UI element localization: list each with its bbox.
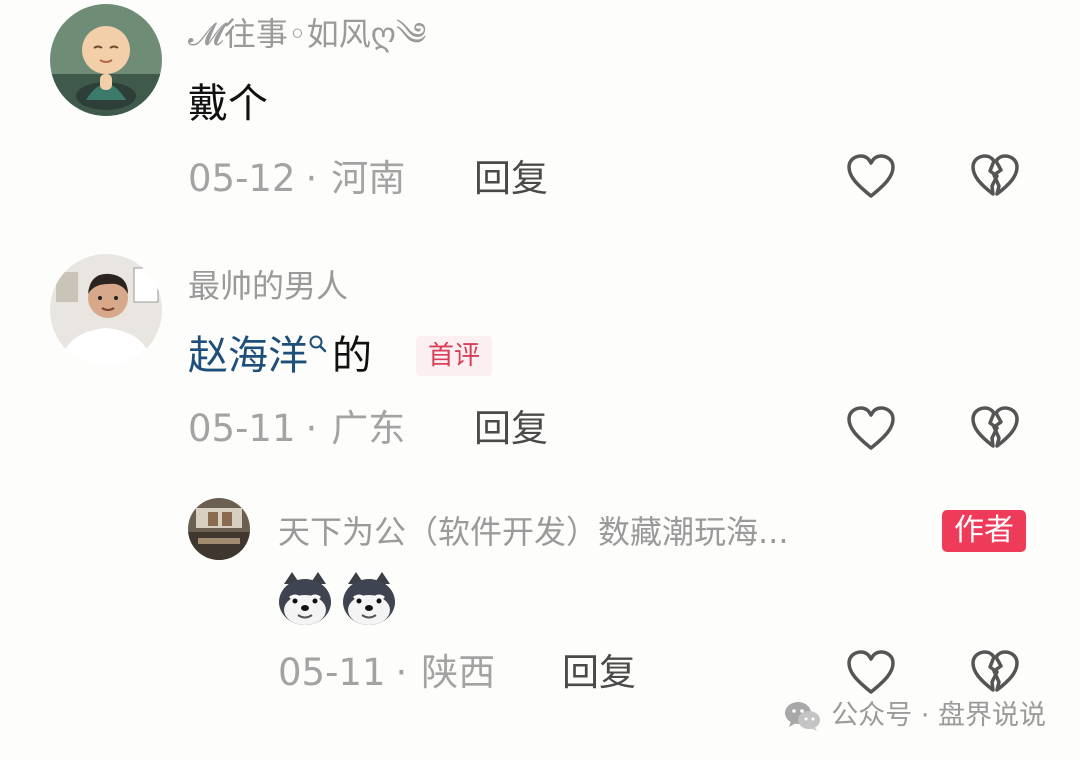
meta-separator: · [305,407,318,450]
reply-meta: 05-11 · 陕西 [278,650,495,696]
wechat-icon [785,702,821,731]
like-heart-icon[interactable] [846,406,896,452]
meta-separator: · [395,651,408,694]
search-icon [309,335,327,353]
comment-username[interactable]: 最帅的男人 [188,266,348,306]
comment-text-suffix: 的 [332,333,372,379]
meta-separator: · [305,157,318,200]
avatar[interactable] [50,254,162,366]
comment-text: 赵海洋的 [188,330,372,382]
reply-emoji-row [276,570,398,628]
comment-list: 𝓜往事◦如风ღ༄ 戴个 05-12 · 河南 回复 最帅的男人 赵海洋 的 首评… [0,0,1080,760]
doge-husky-emoji-icon [343,572,395,625]
watermark-text: 公众号 · 盘界说说 [831,700,1046,731]
reply-button[interactable]: 回复 [474,156,548,202]
comment-text: 戴个 [188,81,268,127]
watermark: 公众号 · 盘界说说 [783,696,1046,736]
reply-button[interactable]: 回复 [474,406,548,452]
comment-username[interactable]: 𝓜往事◦如风ღ༄ [188,14,426,54]
dislike-broken-heart-icon[interactable] [970,406,1020,452]
avatar[interactable] [50,4,162,116]
comment-meta: 05-11 · 广东 [188,406,405,452]
comment-date: 05-11 [188,407,296,450]
avatar[interactable] [188,498,250,560]
dislike-broken-heart-icon[interactable] [970,154,1020,200]
reply-button[interactable]: 回复 [562,650,636,696]
doge-husky-emoji-icon [279,572,331,625]
author-badge: 作者 [942,510,1026,552]
comment-meta: 05-12 · 河南 [188,156,405,202]
dislike-broken-heart-icon[interactable] [970,650,1020,696]
first-comment-badge: 首评 [416,336,493,376]
reply-username[interactable]: 天下为公（软件开发）数藏潮玩海... [278,512,789,552]
like-heart-icon[interactable] [846,650,896,696]
reply-date: 05-11 [278,651,386,694]
comment-date: 05-12 [188,157,296,200]
comment-location: 广东 [331,407,406,450]
like-heart-icon[interactable] [846,154,896,200]
reply-location: 陕西 [421,651,496,694]
comment-location: 河南 [331,157,406,200]
mention-link[interactable]: 赵海洋 [188,333,308,379]
